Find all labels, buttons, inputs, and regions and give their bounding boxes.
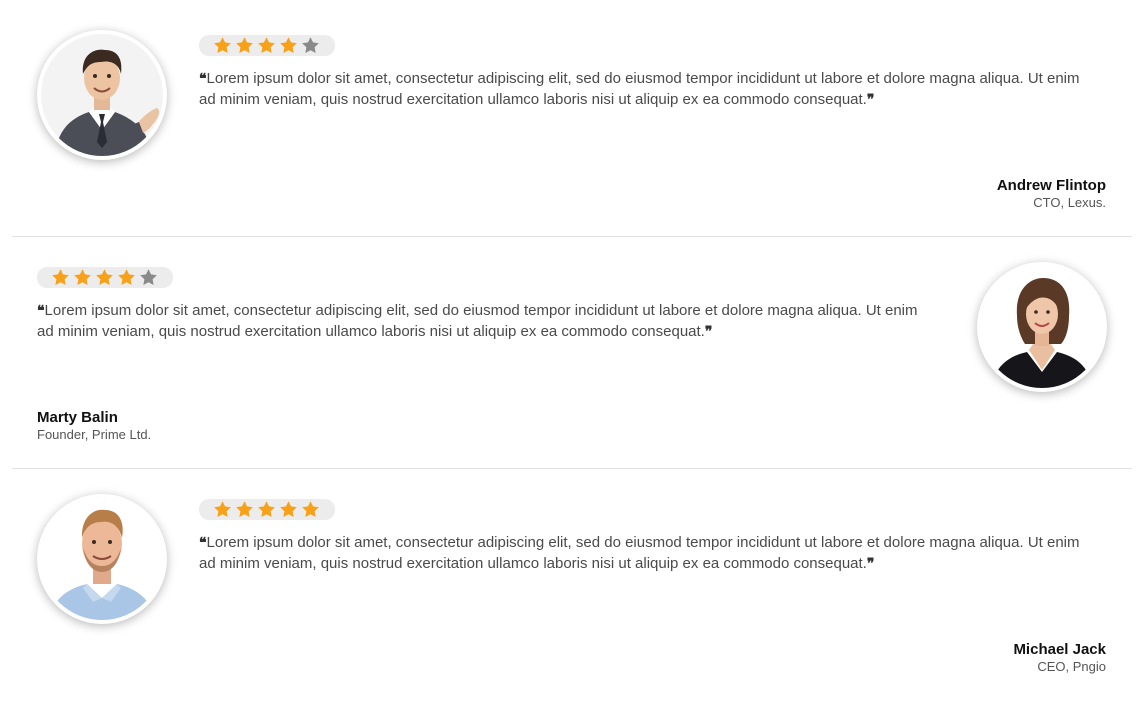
testimonial-content: ❝Lorem ipsum dolor sit amet, consectetur… [199,35,1099,110]
star-filled-icon [258,37,275,53]
star-filled-icon [236,37,253,53]
author-name: Andrew Flintop [996,177,1106,194]
open-quote-icon: ❝ [199,71,207,87]
star-empty-icon [302,37,319,53]
star-filled-icon [52,269,69,285]
author-role: CEO, Pngio [1037,659,1106,674]
open-quote-icon: ❝ [37,303,45,319]
star-rating [37,267,173,288]
avatar [37,494,167,624]
close-quote-icon: ❞ [704,323,713,340]
author-info: Andrew Flintop CTO, Lexus. [997,177,1106,211]
avatar [37,30,167,160]
star-filled-icon [74,269,91,285]
star-filled-icon [214,501,231,517]
author-role: CTO, Lexus. [1033,195,1106,210]
star-rating [199,35,335,56]
testimonial-content: ❝Lorem ipsum dolor sit amet, consectetur… [199,499,1099,574]
testimonial-quote: ❝Lorem ipsum dolor sit amet, consectetur… [37,301,932,342]
quote-text: Lorem ipsum dolor sit amet, consectetur … [199,534,1080,572]
author-name: Michael Jack [1013,641,1106,658]
man-in-shirt-photo [41,498,163,620]
author-info: Michael Jack CEO, Pngio [1013,641,1106,675]
close-quote-icon: ❞ [866,555,875,572]
testimonial-quote: ❝Lorem ipsum dolor sit amet, consectetur… [199,533,1094,574]
testimonial-content: ❝Lorem ipsum dolor sit amet, consectetur… [37,267,937,342]
author-role: Founder, Prime Ltd. [37,427,152,442]
star-rating [199,499,335,520]
quote-text: Lorem ipsum dolor sit amet, consectetur … [37,302,918,340]
star-filled-icon [236,501,253,517]
woman-in-blazer-photo [981,266,1103,388]
star-filled-icon [214,37,231,53]
star-empty-icon [140,269,157,285]
avatar [977,262,1107,392]
open-quote-icon: ❝ [199,535,207,551]
man-in-suit-photo [41,34,163,156]
star-filled-icon [280,501,297,517]
star-filled-icon [302,501,319,517]
quote-text: Lorem ipsum dolor sit amet, consectetur … [199,70,1080,108]
star-filled-icon [280,37,297,53]
star-filled-icon [118,269,135,285]
testimonial-card: ❝Lorem ipsum dolor sit amet, consectetur… [12,469,1132,701]
testimonial-card: ❝Lorem ipsum dolor sit amet, consectetur… [12,237,1132,469]
testimonial-card: ❝Lorem ipsum dolor sit amet, consectetur… [12,5,1132,237]
close-quote-icon: ❞ [866,91,875,108]
star-filled-icon [96,269,113,285]
author-name: Marty Balin [37,409,118,426]
star-filled-icon [258,501,275,517]
testimonial-quote: ❝Lorem ipsum dolor sit amet, consectetur… [199,69,1094,110]
author-info: Marty Balin Founder, Prime Ltd. [37,409,151,443]
